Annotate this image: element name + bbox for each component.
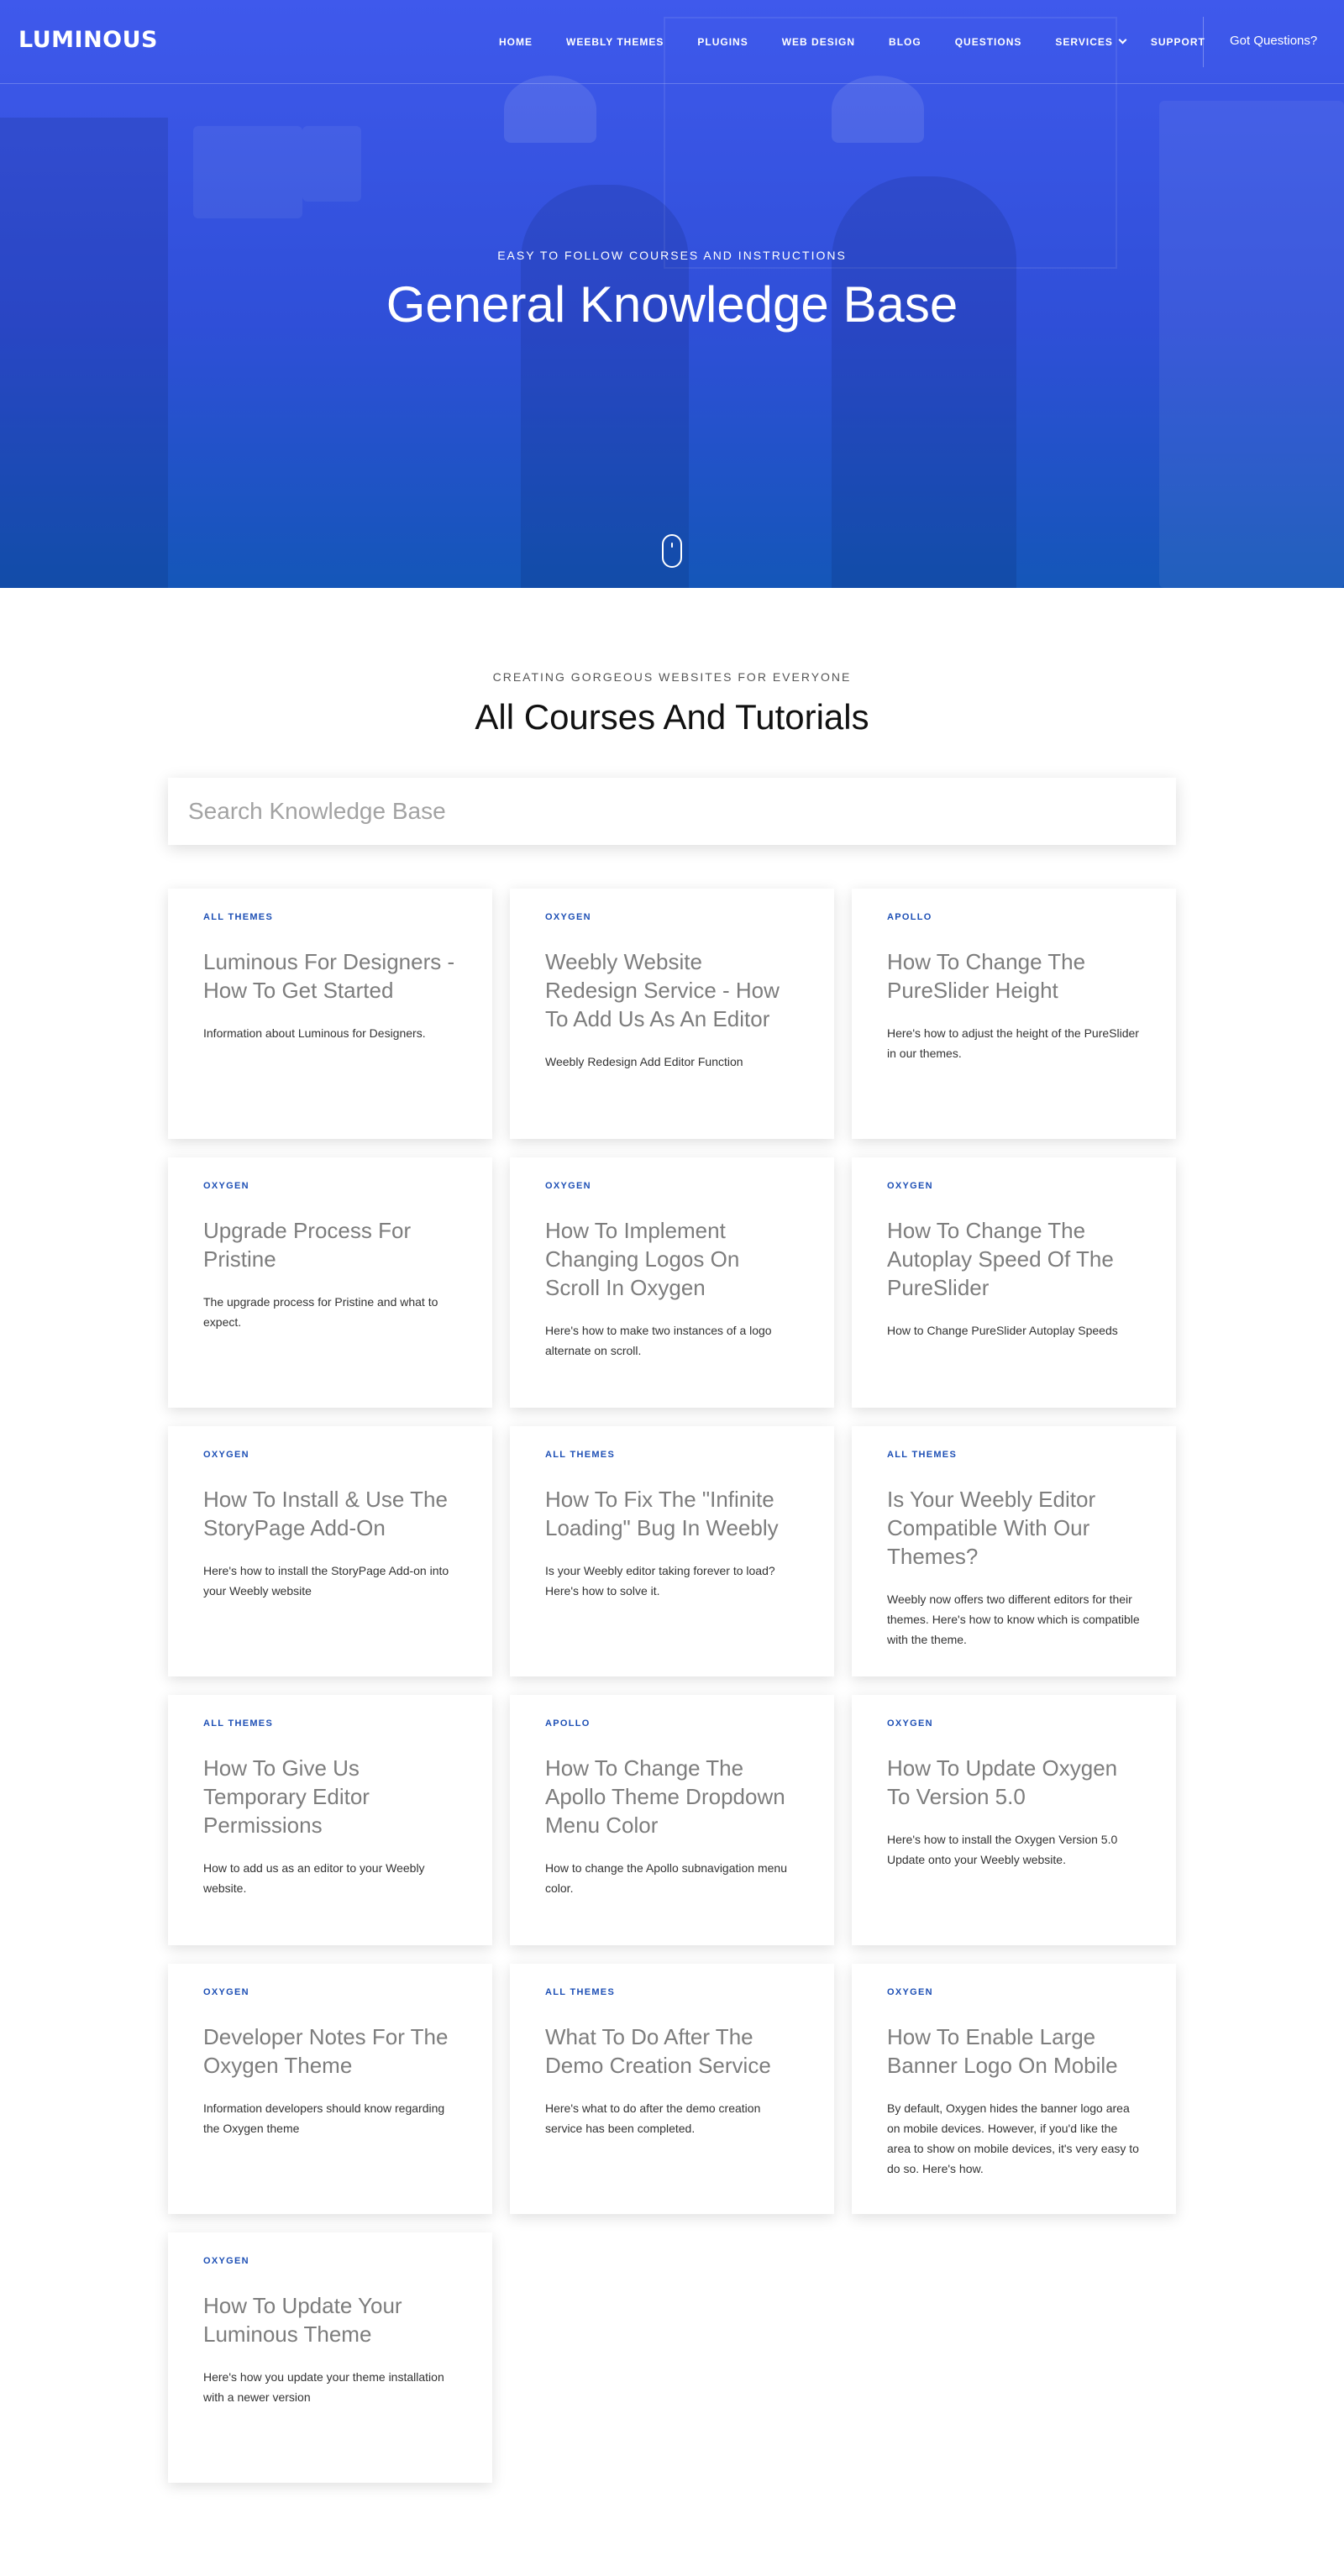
section-kicker: CREATING GORGEOUS WEBSITES FOR EVERYONE: [492, 670, 852, 684]
course-card[interactable]: OXYGEN How To Implement Changing Logos On…: [510, 1157, 834, 1408]
course-card-tag[interactable]: OXYGEN: [887, 1181, 1141, 1191]
course-card-tag[interactable]: OXYGEN: [545, 912, 799, 922]
hero-bg-shape: [521, 185, 689, 588]
hero-title: General Knowledge Base: [386, 276, 958, 333]
course-card[interactable]: ALL THEMES How To Fix The "Infinite Loadi…: [510, 1426, 834, 1676]
course-card-description: Here's what to do after the demo creatio…: [545, 2101, 761, 2135]
course-card-title[interactable]: How To Change The Apollo Theme Dropdown …: [545, 1754, 799, 1839]
course-card-tag[interactable]: OXYGEN: [887, 1987, 1141, 1997]
course-card-description: Here's how to install the StoryPage Add-…: [203, 1564, 449, 1598]
course-card[interactable]: OXYGEN How To Update Your Luminous Theme H…: [168, 2232, 492, 2483]
course-card-description: Weebly Redesign Add Editor Function: [545, 1055, 743, 1068]
chevron-down-icon: [1118, 35, 1127, 45]
hero-bg-shape: [832, 76, 924, 143]
hero-bg-shape: [1159, 101, 1344, 588]
course-card[interactable]: OXYGEN How To Change The Autoplay Speed O…: [852, 1157, 1176, 1408]
nav-item-plugins[interactable]: PLUGINS: [697, 36, 748, 48]
course-card[interactable]: ALL THEMES Is Your Weebly Editor Compatib…: [852, 1426, 1176, 1676]
course-card-title[interactable]: How To Update Your Luminous Theme: [203, 2291, 457, 2348]
course-card-description: Here's how you update your theme install…: [203, 2370, 444, 2404]
course-card-tag[interactable]: OXYGEN: [545, 1181, 799, 1191]
section-title: All Courses And Tutorials: [475, 697, 869, 737]
course-card-description: Is your Weebly editor taking forever to …: [545, 1564, 775, 1598]
search-input[interactable]: [168, 778, 1176, 845]
course-card[interactable]: OXYGEN How To Install & Use The StoryPage…: [168, 1426, 492, 1676]
course-card-tag[interactable]: ALL THEMES: [203, 1718, 457, 1729]
course-card-description: How to add us as an editor to your Weebl…: [203, 1861, 425, 1895]
site-logo[interactable]: LUMINOUS: [18, 27, 158, 53]
course-card[interactable]: APOLLO How To Change The Apollo Theme Dro…: [510, 1695, 834, 1945]
course-card[interactable]: ALL THEMES How To Give Us Temporary Edito…: [168, 1695, 492, 1945]
course-card-tag[interactable]: APOLLO: [545, 1718, 799, 1729]
hero-kicker: EASY TO FOLLOW COURSES AND INSTRUCTIONS: [497, 249, 847, 262]
course-card-tag[interactable]: ALL THEMES: [545, 1987, 799, 1997]
course-card-tag[interactable]: OXYGEN: [203, 1181, 457, 1191]
nav-item-questions[interactable]: QUESTIONS: [955, 36, 1022, 48]
course-card-description: How to Change PureSlider Autoplay Speeds: [887, 1324, 1118, 1337]
nav-item-services-label: SERVICES: [1055, 36, 1113, 48]
course-card-tag[interactable]: OXYGEN: [203, 2256, 457, 2266]
course-card-description: The upgrade process for Pristine and wha…: [203, 1295, 438, 1329]
course-card-tag[interactable]: ALL THEMES: [203, 912, 457, 922]
course-card-title[interactable]: How To Implement Changing Logos On Scrol…: [545, 1216, 799, 1302]
course-card[interactable]: ALL THEMES What To Do After The Demo Crea…: [510, 1964, 834, 2214]
mouse-icon[interactable]: [662, 534, 682, 568]
course-card-title[interactable]: Is Your Weebly Editor Compatible With Ou…: [887, 1485, 1141, 1571]
nav-divider: [1203, 17, 1204, 67]
nav-item-weebly-themes[interactable]: WEEBLY THEMES: [566, 36, 664, 48]
course-card-tag[interactable]: ALL THEMES: [545, 1450, 799, 1460]
course-card-tag[interactable]: OXYGEN: [887, 1718, 1141, 1729]
got-questions-link[interactable]: Got Questions?: [1230, 34, 1317, 48]
course-card-description: Here's how to make two instances of a lo…: [545, 1324, 772, 1357]
course-card-tag[interactable]: APOLLO: [887, 912, 1141, 922]
course-card-tag[interactable]: OXYGEN: [203, 1450, 457, 1460]
course-card-tag[interactable]: ALL THEMES: [887, 1450, 1141, 1460]
course-card-title[interactable]: How To Give Us Temporary Editor Permissi…: [203, 1754, 457, 1839]
main-navigation: LUMINOUS HOME WEEBLY THEMES PLUGINS WEB …: [0, 0, 1344, 84]
nav-item-services[interactable]: SERVICES: [1055, 35, 1127, 48]
course-card[interactable]: OXYGEN How To Enable Large Banner Logo On…: [852, 1964, 1176, 2214]
course-card-description: Information developers should know regar…: [203, 2101, 445, 2135]
course-card[interactable]: OXYGEN Upgrade Process For Pristine The up…: [168, 1157, 492, 1408]
course-card[interactable]: APOLLO How To Change The PureSlider Heigh…: [852, 889, 1176, 1139]
course-card-title[interactable]: Upgrade Process For Pristine: [203, 1216, 457, 1273]
course-card-tag[interactable]: OXYGEN: [203, 1987, 457, 1997]
hero-bg-shape: [504, 76, 596, 143]
course-card-title[interactable]: How To Install & Use The StoryPage Add-O…: [203, 1485, 457, 1542]
nav-menu: HOME WEEBLY THEMES PLUGINS WEB DESIGN BL…: [499, 35, 1205, 49]
nav-item-web-design[interactable]: WEB DESIGN: [782, 36, 855, 48]
hero-bg-shape: [193, 126, 302, 218]
course-card[interactable]: OXYGEN How To Update Oxygen To Version 5.…: [852, 1695, 1176, 1945]
course-card-title[interactable]: Weebly Website Redesign Service - How To…: [545, 947, 799, 1033]
hero-bg-shape: [0, 118, 168, 588]
hero-bg-shape: [302, 126, 361, 202]
course-card-title[interactable]: Developer Notes For The Oxygen Theme: [203, 2023, 457, 2080]
course-card-description: Here's how to adjust the height of the P…: [887, 1026, 1139, 1060]
hero-banner: LUMINOUS HOME WEEBLY THEMES PLUGINS WEB …: [0, 0, 1344, 588]
course-card-title[interactable]: How To Enable Large Banner Logo On Mobil…: [887, 2023, 1141, 2080]
course-card-title[interactable]: How To Update Oxygen To Version 5.0: [887, 1754, 1141, 1811]
hero-bg-shape: [832, 176, 1016, 588]
course-card-description: How to change the Apollo subnavigation m…: [545, 1861, 787, 1895]
nav-item-support[interactable]: SUPPORT: [1151, 36, 1205, 48]
course-card[interactable]: ALL THEMES Luminous For Designers - How T…: [168, 889, 492, 1139]
nav-item-home[interactable]: HOME: [499, 36, 533, 48]
course-card-title[interactable]: How To Change The Autoplay Speed Of The …: [887, 1216, 1141, 1302]
nav-item-blog[interactable]: BLOG: [889, 36, 921, 48]
course-card-description: Information about Luminous for Designers…: [203, 1026, 426, 1040]
course-card[interactable]: OXYGEN Developer Notes For The Oxygen The…: [168, 1964, 492, 2214]
course-card-description: By default, Oxygen hides the banner logo…: [887, 2101, 1139, 2175]
course-card-title[interactable]: What To Do After The Demo Creation Servi…: [545, 2023, 799, 2080]
course-card[interactable]: OXYGEN Weebly Website Redesign Service - …: [510, 889, 834, 1139]
course-card-title[interactable]: How To Fix The "Infinite Loading" Bug In…: [545, 1485, 799, 1542]
course-card-description: Weebly now offers two different editors …: [887, 1592, 1140, 1646]
course-card-title[interactable]: How To Change The PureSlider Height: [887, 947, 1141, 1005]
course-card-title[interactable]: Luminous For Designers - How To Get Star…: [203, 947, 457, 1005]
course-card-description: Here's how to install the Oxygen Version…: [887, 1833, 1118, 1866]
